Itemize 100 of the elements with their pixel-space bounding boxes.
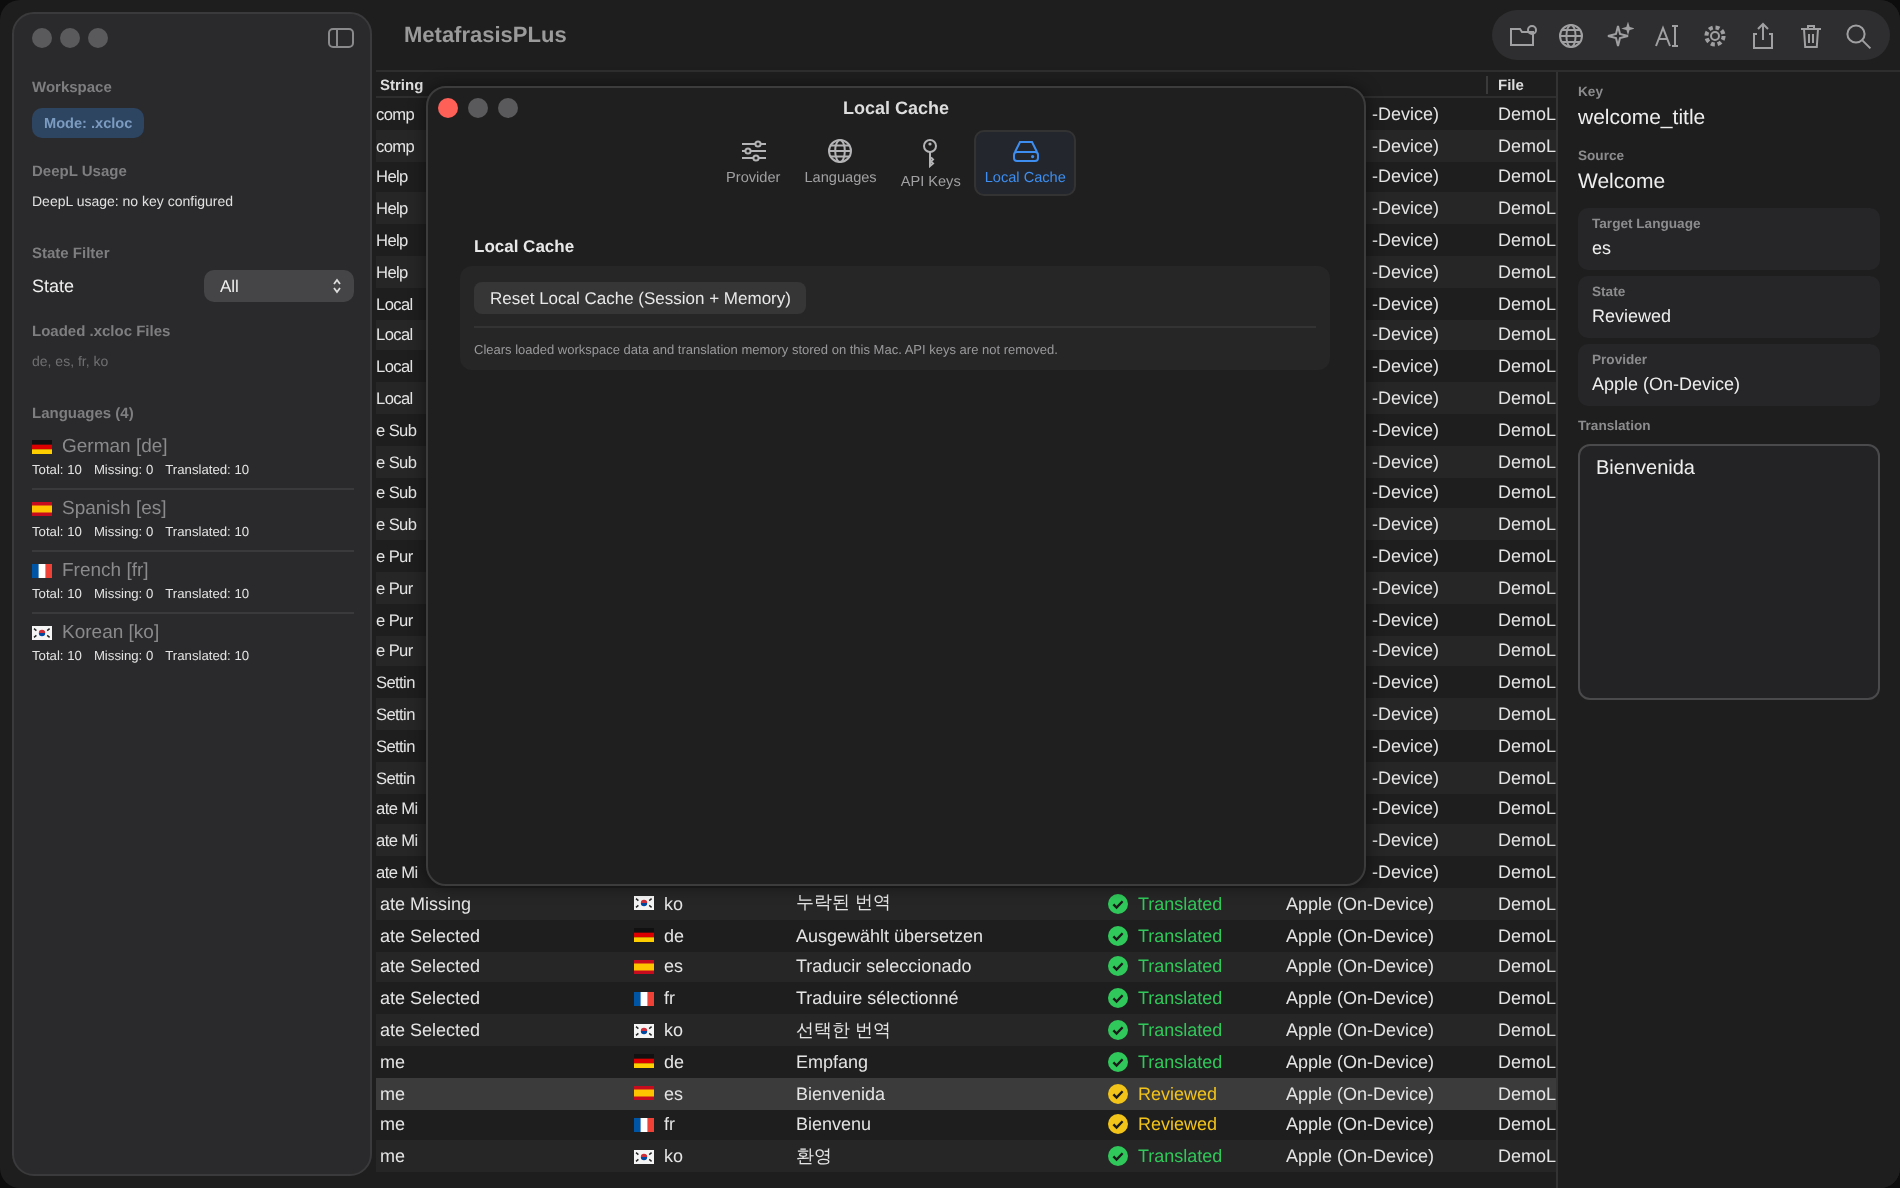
- table-cell: Help: [376, 166, 408, 187]
- chevron-icon: [332, 278, 342, 294]
- globe-icon: [824, 138, 857, 164]
- table-cell-text: -Device): [1370, 451, 1442, 472]
- field-value: Apple (On-Device): [1592, 374, 1743, 394]
- table-row[interactable]: me ko 환영 Translated Apple (On-Device) DemoL: [376, 1140, 1556, 1173]
- trash-icon[interactable]: [1796, 21, 1826, 49]
- flag-icon: [634, 1023, 654, 1037]
- table-cell: Local: [376, 324, 413, 345]
- table-cell: comp: [376, 103, 415, 124]
- table-cell: fr: [664, 988, 675, 1009]
- folder-icon[interactable]: [1508, 21, 1538, 49]
- table-cell-text: ate Selected: [378, 988, 483, 1009]
- table-cell-text: ate Selected: [378, 1020, 483, 1040]
- status-text: Translated: [1138, 1051, 1223, 1072]
- flag-icon: [634, 1149, 654, 1164]
- state-dropdown[interactable]: All: [204, 270, 354, 302]
- dropdown-value: All: [220, 276, 239, 296]
- table-cell-text: DemoL: [1496, 198, 1556, 219]
- table-cell-text: DemoL: [1496, 672, 1556, 693]
- table-cell-text: DemoL: [1496, 925, 1556, 946]
- status-text: Reviewed: [1138, 1083, 1218, 1104]
- table-cell-text: -Device): [1370, 830, 1442, 851]
- table-cell: es: [664, 956, 684, 977]
- table-cell-text: DemoL: [1496, 514, 1556, 535]
- table-cell-text: -Device): [1370, 640, 1442, 661]
- table-cell-text: Apple (On-Device): [1284, 1020, 1437, 1040]
- table-cell-text: -Device): [1370, 862, 1442, 883]
- language-name: Spanish [es]: [62, 498, 167, 520]
- table-cell-text: DemoL: [1496, 451, 1556, 472]
- table-cell-text: DemoL: [1496, 293, 1556, 314]
- table-row[interactable]: ate Selected fr Traduire sélectionné Translated Apple (On-Device) DemoL: [376, 982, 1556, 1015]
- sidebar-toggle-icon[interactable]: [328, 27, 354, 47]
- table-cell: Help: [376, 230, 408, 251]
- search-icon[interactable]: [1844, 21, 1874, 49]
- sliders-icon: [737, 138, 770, 164]
- table-cell-text: DemoL: [1496, 577, 1556, 598]
- table-row[interactable]: ate Selected ko 선택한 번역 Translated Apple (On-Device) DemoL: [376, 1014, 1556, 1046]
- status-text: Translated: [1138, 1020, 1223, 1040]
- table-cell: Local: [376, 293, 413, 314]
- table-cell-text: me: [378, 1114, 408, 1135]
- table-cell: ko: [664, 1020, 684, 1040]
- table-cell: es: [664, 1083, 684, 1104]
- table-cell-text: -Device): [1370, 609, 1442, 630]
- table-cell-text: -Device): [1370, 198, 1442, 219]
- table-cell: e Pur: [376, 609, 413, 630]
- flag-icon: [634, 1117, 654, 1132]
- table-cell-text: Traduire sélectionné: [794, 988, 961, 1009]
- table-cell-text: -Device): [1370, 388, 1442, 409]
- table-row[interactable]: me fr Bienvenu Reviewed Apple (On-Device) DemoL: [376, 1109, 1556, 1141]
- table-cell-text: Apple (On-Device): [1284, 893, 1437, 914]
- table-cell-text: me: [378, 1051, 408, 1072]
- table-cell-text: DemoL: [1496, 893, 1556, 914]
- table-row[interactable]: ate Selected es Traducir seleccionado Translated Apple (On-Device) DemoL: [376, 951, 1556, 983]
- table-cell-text: DemoL: [1496, 640, 1556, 661]
- table-cell-text: -Device): [1370, 514, 1442, 535]
- globe-icon[interactable]: [1556, 21, 1586, 49]
- table-cell-text: DemoL: [1496, 324, 1556, 345]
- language-name: German [de]: [62, 436, 168, 458]
- field-value: es: [1592, 238, 1614, 258]
- table-cell-text: DemoL: [1496, 735, 1556, 756]
- table-cell-text: DemoL: [1496, 609, 1556, 630]
- table-cell: de: [664, 1051, 685, 1072]
- table-cell-text: -Device): [1370, 798, 1442, 819]
- table-cell-text: -Device): [1370, 261, 1442, 282]
- table-cell: e Sub: [376, 419, 417, 440]
- reset-cache-button[interactable]: Reset Local Cache (Session + Memory): [474, 282, 807, 314]
- sparkle-icon[interactable]: [1604, 21, 1634, 49]
- table-cell-text: DemoL: [1496, 388, 1556, 409]
- table-cell-text: Bienvenu: [794, 1114, 874, 1135]
- table-row[interactable]: ate Missing ko 누락된 번역 Translated Apple (On-Device) DemoL: [376, 887, 1556, 920]
- table-cell-text: DemoL: [1496, 1083, 1556, 1104]
- table-cell: fr: [664, 1114, 675, 1135]
- text-cursor-icon[interactable]: [1652, 21, 1682, 49]
- flag-icon: [32, 440, 52, 454]
- flag-icon: [32, 564, 52, 578]
- table-cell: e Pur: [376, 577, 413, 598]
- table-cell: Settin: [376, 767, 415, 788]
- table-cell-text: DemoL: [1496, 1114, 1556, 1135]
- table-cell-text: -Device): [1370, 577, 1442, 598]
- table-cell: Local: [376, 356, 413, 377]
- translation-field[interactable]: Bienvenida: [1578, 444, 1880, 700]
- share-icon[interactable]: [1748, 21, 1778, 49]
- table-row[interactable]: me de Empfang Translated Apple (On-Device) DemoL: [376, 1045, 1556, 1078]
- table-row[interactable]: me es Bienvenida Reviewed Apple (On-Device) DemoL: [376, 1077, 1556, 1109]
- table-cell-text: ate Selected: [378, 956, 483, 977]
- table-cell-text: -Device): [1370, 546, 1442, 567]
- table-cell-text: 누락된 번역: [794, 890, 894, 917]
- settings-icon[interactable]: [1700, 21, 1730, 49]
- table-cell-text: -Device): [1370, 324, 1442, 345]
- table-cell-text: DemoL: [1496, 1146, 1556, 1167]
- table-cell: Help: [376, 198, 408, 219]
- section-title: Local Cache: [474, 236, 577, 256]
- table-cell-text: -Device): [1370, 767, 1442, 788]
- table-cell-text: -Device): [1370, 103, 1442, 124]
- table-cell-text: DemoL: [1496, 798, 1556, 819]
- table-cell: e Sub: [376, 514, 417, 535]
- table-row[interactable]: ate Selected de Ausgewählt übersetzen Translated Apple (On-Device) DemoL: [376, 919, 1556, 952]
- table-cell-text: Apple (On-Device): [1284, 1051, 1437, 1072]
- flag-icon: [634, 991, 654, 1006]
